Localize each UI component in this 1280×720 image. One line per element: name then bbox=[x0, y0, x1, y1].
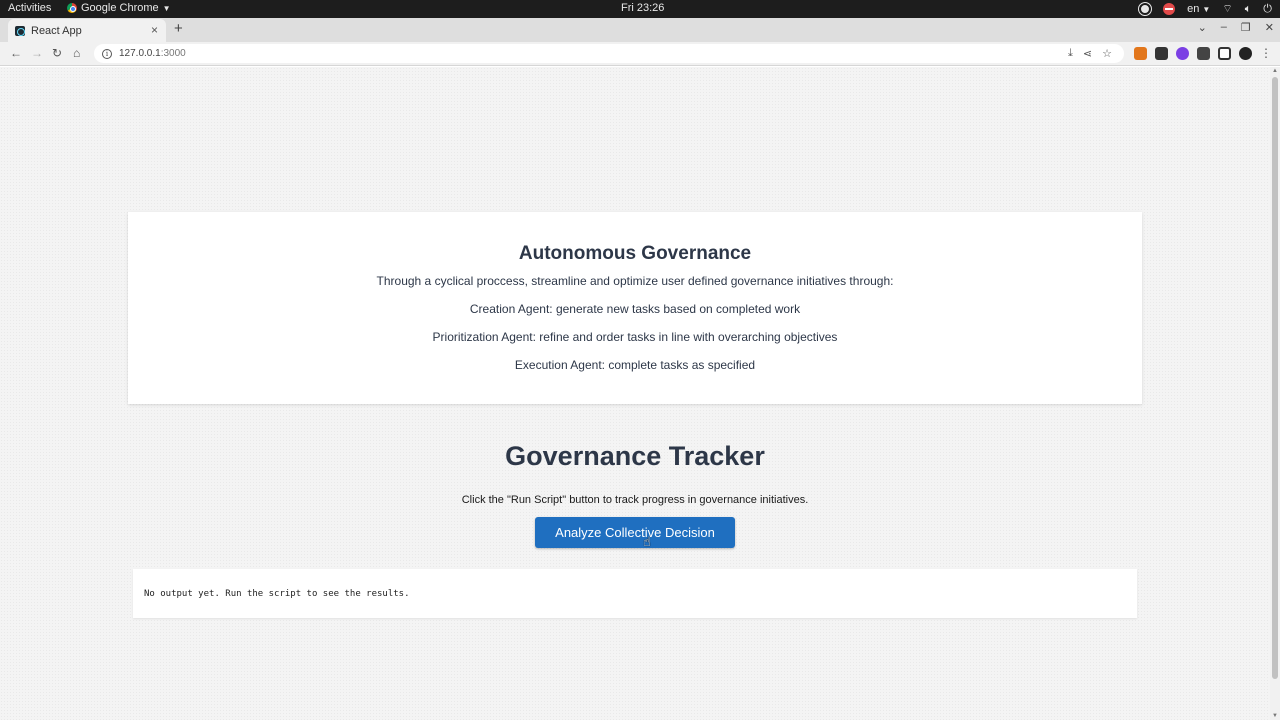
scrollbar[interactable]: ▲ ▼ bbox=[1270, 67, 1280, 720]
power-icon[interactable]: ⏻ bbox=[1263, 3, 1272, 16]
obs-icon[interactable] bbox=[1139, 3, 1152, 15]
react-favicon-icon bbox=[15, 25, 25, 36]
wifi-icon[interactable]: ⌔ bbox=[1222, 2, 1232, 16]
chevron-down-icon: ▼ bbox=[1202, 5, 1211, 14]
close-icon[interactable]: × bbox=[151, 23, 158, 37]
minimize-icon[interactable]: – bbox=[1221, 21, 1227, 34]
side-panel-icon[interactable] bbox=[1218, 46, 1231, 60]
new-tab-button[interactable]: + bbox=[174, 20, 183, 37]
app-menu-label: Google Chrome bbox=[81, 2, 159, 14]
clock[interactable]: Fri 23:26 bbox=[621, 2, 664, 14]
agent-item: Creation Agent: generate new tasks based… bbox=[469, 302, 801, 316]
page-viewport: Autonomous Governance Through a cyclical… bbox=[0, 67, 1270, 720]
menu-kebab-icon[interactable]: ⋮ bbox=[1260, 46, 1272, 60]
forward-icon[interactable]: → bbox=[31, 46, 43, 60]
chevron-down-icon: ▼ bbox=[162, 3, 171, 13]
tracker-hint: Click the "Run Script" button to track p… bbox=[461, 494, 809, 506]
info-card-title: Autonomous Governance bbox=[518, 243, 752, 264]
system-tray[interactable]: en ▼ ⌔ 🔈︎ ⏻ bbox=[1139, 1, 1272, 17]
address-bar[interactable]: i 127.0.0.1:3000 ⤓ ⋖ ☆ bbox=[94, 44, 1124, 63]
do-not-disturb-icon[interactable] bbox=[1163, 3, 1176, 15]
reload-icon[interactable]: ↻ bbox=[52, 46, 62, 60]
os-top-bar: Activities Google Chrome ▼ Fri 23:26 en … bbox=[0, 0, 1280, 18]
window-controls: ⌄ – ❐ ✕ bbox=[1198, 21, 1274, 34]
tab-strip: React App × + ⌄ – ❐ ✕ bbox=[0, 18, 1280, 42]
pointer-hand-icon: ☝ bbox=[643, 534, 651, 549]
back-icon[interactable]: ← bbox=[10, 46, 22, 60]
scroll-up-icon[interactable]: ▲ bbox=[1272, 68, 1278, 74]
site-info-icon[interactable]: i bbox=[102, 48, 112, 59]
app-menu[interactable]: Google Chrome ▼ bbox=[67, 2, 171, 14]
language-label: en bbox=[1187, 3, 1200, 15]
avatar[interactable] bbox=[1239, 46, 1252, 60]
volume-icon[interactable]: 🔈︎ bbox=[1245, 3, 1252, 16]
tab-react-app[interactable]: React App × bbox=[8, 19, 166, 42]
chrome-icon bbox=[67, 3, 77, 13]
url-host: 127.0.0.1 bbox=[119, 48, 161, 59]
home-icon[interactable]: ⌂ bbox=[73, 46, 80, 60]
agent-item: Prioritization Agent: refine and order t… bbox=[432, 330, 838, 344]
agent-item: Execution Agent: complete tasks as speci… bbox=[514, 358, 756, 372]
scrollbar-thumb[interactable] bbox=[1272, 77, 1278, 679]
omnibox-actions: ⤓ ⋖ ☆ bbox=[1068, 47, 1112, 60]
scroll-down-icon[interactable]: ▼ bbox=[1272, 713, 1278, 719]
tab-search-icon[interactable]: ⌄ bbox=[1198, 21, 1207, 34]
grid-extension-icon[interactable] bbox=[1155, 46, 1168, 60]
output-panel: No output yet. Run the script to see the… bbox=[133, 569, 1137, 618]
install-icon[interactable]: ⤓ bbox=[1068, 47, 1073, 60]
purple-extension-icon[interactable] bbox=[1176, 46, 1189, 60]
page-title: Governance Tracker bbox=[505, 441, 765, 471]
language-indicator[interactable]: en ▼ bbox=[1187, 3, 1210, 15]
extensions-area: ⋮ bbox=[1134, 46, 1272, 60]
output-text: No output yet. Run the script to see the… bbox=[144, 589, 410, 599]
analyze-collective-decision-button[interactable]: Analyze Collective Decision bbox=[535, 517, 735, 548]
maximize-icon[interactable]: ❐ bbox=[1241, 21, 1251, 34]
metamask-extension-icon[interactable] bbox=[1134, 46, 1147, 60]
browser-toolbar: ← → ↻ ⌂ i 127.0.0.1:3000 ⤓ ⋖ ☆ ⋮ bbox=[0, 42, 1280, 66]
bookmark-star-icon[interactable]: ☆ bbox=[1102, 47, 1112, 60]
url-port: :3000 bbox=[160, 48, 186, 59]
info-card: Autonomous Governance Through a cyclical… bbox=[128, 212, 1142, 404]
tab-title: React App bbox=[31, 24, 82, 37]
share-icon[interactable]: ⋖ bbox=[1083, 47, 1092, 60]
info-card-description: Through a cyclical proccess, streamline … bbox=[376, 274, 894, 288]
activities-button[interactable]: Activities bbox=[8, 2, 51, 14]
close-window-icon[interactable]: ✕ bbox=[1265, 21, 1274, 34]
puzzle-extensions-icon[interactable] bbox=[1197, 46, 1210, 60]
